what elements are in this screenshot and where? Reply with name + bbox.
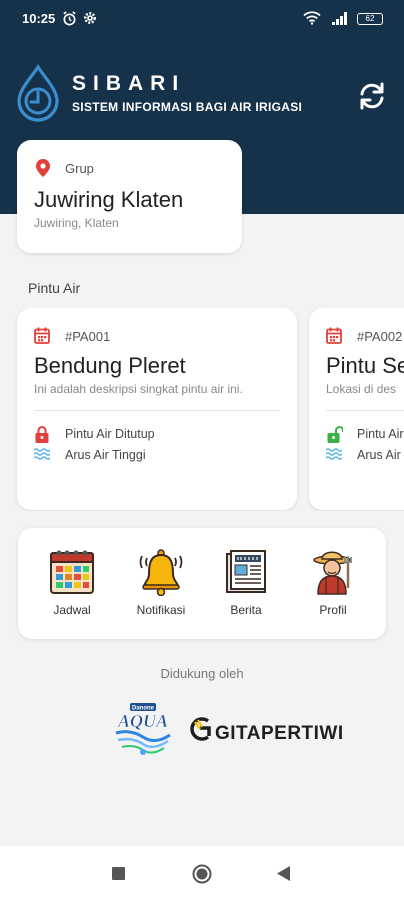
gate-name: Bendung Pleret — [34, 353, 186, 378]
menu-label: Notifikasi — [136, 603, 186, 617]
gate-flow: Arus Air Tinggi — [65, 448, 146, 462]
newspaper-icon — [226, 550, 266, 593]
gate-calendar-icon — [326, 327, 342, 349]
gate-code: #PA001 — [65, 329, 111, 344]
bell-icon — [139, 549, 183, 596]
menu-item-profil[interactable]: Profil — [293, 544, 373, 624]
home-circle-icon[interactable] — [192, 864, 212, 889]
calendar-icon — [50, 550, 94, 594]
location-pin-icon — [36, 159, 50, 182]
gear-icon — [83, 11, 97, 30]
back-triangle-icon[interactable] — [277, 866, 290, 886]
group-name: Juwiring Klaten — [34, 187, 184, 212]
menu-card: Jadwal Notifikasi Berita Profil — [18, 528, 386, 639]
menu-item-notifikasi[interactable]: Notifikasi — [121, 544, 201, 624]
supported-by-label: Didukung oleh — [160, 666, 244, 681]
menu-item-jadwal[interactable]: Jadwal — [32, 544, 112, 624]
gate-status: Pintu Air Ditutup — [65, 427, 155, 441]
alarm-icon — [62, 11, 77, 31]
signal-icon — [330, 11, 350, 30]
gate-card[interactable]: #PA002 Pintu Se Lokasi di des Pintu Air … — [309, 308, 404, 510]
battery-icon: 62 — [357, 13, 383, 25]
section-title-pintu-air: Pintu Air — [28, 280, 81, 296]
app-title: SIBARI — [72, 72, 186, 95]
status-time: 10:25 — [22, 11, 56, 26]
app-subtitle: SISTEM INFORMASI BAGI AIR IRIGASI — [72, 100, 303, 114]
group-label: Grup — [65, 161, 94, 176]
lock-open-icon — [327, 425, 344, 448]
refresh-icon[interactable] — [356, 80, 388, 117]
group-card[interactable]: Grup Juwiring Klaten Juwiring, Klaten — [17, 140, 242, 253]
wifi-icon — [303, 11, 321, 30]
status-bar: 10:25 62 — [0, 0, 404, 38]
divider — [34, 410, 280, 411]
menu-item-berita[interactable]: Berita — [206, 544, 286, 624]
gitapertiwi-text: GITAPERTIWI — [215, 723, 344, 744]
menu-label: Jadwal — [53, 603, 91, 617]
menu-label: Berita — [230, 603, 262, 617]
group-location: Juwiring, Klaten — [34, 216, 119, 230]
divider — [326, 410, 404, 411]
lock-closed-icon — [35, 425, 49, 448]
menu-label: Profil — [319, 603, 347, 617]
farmer-icon — [313, 551, 352, 595]
gate-description: Ini adalah deskripsi singkat pintu air i… — [34, 382, 243, 396]
gate-code: #PA002 — [357, 329, 403, 344]
gitapertiwi-logo — [190, 717, 211, 741]
water-wave-icon — [325, 447, 343, 466]
gate-flow: Arus Air — [357, 448, 401, 462]
svg-text:AQUA: AQUA — [117, 711, 168, 731]
gate-card[interactable]: #PA001 Bendung Pleret Ini adalah deskrip… — [17, 308, 297, 510]
navigation-bar — [0, 846, 404, 900]
gate-carousel[interactable]: #PA001 Bendung Pleret Ini adalah deskrip… — [0, 308, 404, 511]
recents-square-icon[interactable] — [112, 867, 125, 885]
gate-name: Pintu Se — [326, 353, 404, 378]
water-wave-icon — [33, 447, 51, 466]
gate-description: Lokasi di des — [326, 382, 397, 396]
gate-calendar-icon — [34, 327, 50, 349]
gate-status: Pintu Air — [357, 427, 404, 441]
aqua-logo: Danone AQUA — [115, 703, 171, 755]
water-drop-clock-icon — [14, 64, 62, 129]
